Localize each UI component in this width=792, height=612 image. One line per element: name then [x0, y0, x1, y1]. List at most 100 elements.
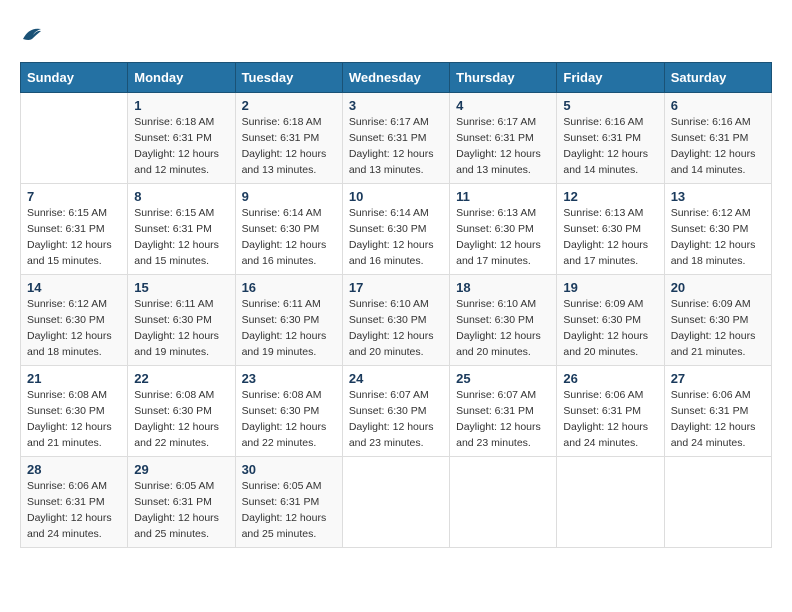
day-info: Sunrise: 6:11 AM Sunset: 6:30 PM Dayligh…: [134, 297, 228, 360]
day-info: Sunrise: 6:08 AM Sunset: 6:30 PM Dayligh…: [242, 388, 336, 451]
logo-bird-icon: [21, 25, 43, 43]
sunset-label: Sunset: 6:30 PM: [563, 314, 641, 326]
sunrise-label: Sunrise: 6:06 AM: [563, 389, 643, 401]
day-info: Sunrise: 6:12 AM Sunset: 6:30 PM Dayligh…: [671, 206, 765, 269]
day-number: 3: [349, 98, 443, 113]
calendar-cell: 18 Sunrise: 6:10 AM Sunset: 6:30 PM Dayl…: [450, 275, 557, 366]
day-info: Sunrise: 6:15 AM Sunset: 6:31 PM Dayligh…: [134, 206, 228, 269]
calendar-cell: 9 Sunrise: 6:14 AM Sunset: 6:30 PM Dayli…: [235, 184, 342, 275]
logo: [20, 20, 44, 46]
header-wednesday: Wednesday: [342, 63, 449, 93]
sunset-label: Sunset: 6:31 PM: [134, 496, 212, 508]
day-info: Sunrise: 6:14 AM Sunset: 6:30 PM Dayligh…: [242, 206, 336, 269]
daylight-label: Daylight: 12 hours and 16 minutes.: [242, 239, 327, 267]
calendar-cell: 5 Sunrise: 6:16 AM Sunset: 6:31 PM Dayli…: [557, 93, 664, 184]
calendar-cell: 23 Sunrise: 6:08 AM Sunset: 6:30 PM Dayl…: [235, 366, 342, 457]
header-sunday: Sunday: [21, 63, 128, 93]
calendar-cell: 27 Sunrise: 6:06 AM Sunset: 6:31 PM Dayl…: [664, 366, 771, 457]
day-info: Sunrise: 6:05 AM Sunset: 6:31 PM Dayligh…: [242, 479, 336, 542]
daylight-label: Daylight: 12 hours and 19 minutes.: [134, 330, 219, 358]
sunset-label: Sunset: 6:30 PM: [242, 405, 320, 417]
calendar-cell: 14 Sunrise: 6:12 AM Sunset: 6:30 PM Dayl…: [21, 275, 128, 366]
calendar-cell: 19 Sunrise: 6:09 AM Sunset: 6:30 PM Dayl…: [557, 275, 664, 366]
header-saturday: Saturday: [664, 63, 771, 93]
sunrise-label: Sunrise: 6:08 AM: [242, 389, 322, 401]
sunset-label: Sunset: 6:31 PM: [671, 132, 749, 144]
day-number: 5: [563, 98, 657, 113]
sunset-label: Sunset: 6:30 PM: [134, 314, 212, 326]
day-info: Sunrise: 6:06 AM Sunset: 6:31 PM Dayligh…: [563, 388, 657, 451]
day-info: Sunrise: 6:06 AM Sunset: 6:31 PM Dayligh…: [27, 479, 121, 542]
daylight-label: Daylight: 12 hours and 14 minutes.: [563, 148, 648, 176]
day-number: 30: [242, 462, 336, 477]
calendar-cell: 15 Sunrise: 6:11 AM Sunset: 6:30 PM Dayl…: [128, 275, 235, 366]
calendar-cell: 20 Sunrise: 6:09 AM Sunset: 6:30 PM Dayl…: [664, 275, 771, 366]
sunrise-label: Sunrise: 6:05 AM: [242, 480, 322, 492]
day-number: 19: [563, 280, 657, 295]
sunset-label: Sunset: 6:30 PM: [242, 223, 320, 235]
sunset-label: Sunset: 6:30 PM: [242, 314, 320, 326]
daylight-label: Daylight: 12 hours and 15 minutes.: [27, 239, 112, 267]
day-number: 25: [456, 371, 550, 386]
day-number: 22: [134, 371, 228, 386]
daylight-label: Daylight: 12 hours and 18 minutes.: [671, 239, 756, 267]
day-number: 24: [349, 371, 443, 386]
day-number: 1: [134, 98, 228, 113]
daylight-label: Daylight: 12 hours and 21 minutes.: [671, 330, 756, 358]
sunrise-label: Sunrise: 6:13 AM: [456, 207, 536, 219]
day-number: 13: [671, 189, 765, 204]
day-number: 15: [134, 280, 228, 295]
day-number: 4: [456, 98, 550, 113]
calendar-cell: 6 Sunrise: 6:16 AM Sunset: 6:31 PM Dayli…: [664, 93, 771, 184]
sunrise-label: Sunrise: 6:18 AM: [134, 116, 214, 128]
sunrise-label: Sunrise: 6:06 AM: [671, 389, 751, 401]
sunset-label: Sunset: 6:31 PM: [242, 496, 320, 508]
sunrise-label: Sunrise: 6:14 AM: [349, 207, 429, 219]
week-row-2: 7 Sunrise: 6:15 AM Sunset: 6:31 PM Dayli…: [21, 184, 772, 275]
day-number: 12: [563, 189, 657, 204]
sunset-label: Sunset: 6:31 PM: [349, 132, 427, 144]
sunrise-label: Sunrise: 6:11 AM: [242, 298, 321, 310]
day-info: Sunrise: 6:16 AM Sunset: 6:31 PM Dayligh…: [671, 115, 765, 178]
sunrise-label: Sunrise: 6:18 AM: [242, 116, 322, 128]
day-info: Sunrise: 6:07 AM Sunset: 6:31 PM Dayligh…: [456, 388, 550, 451]
day-info: Sunrise: 6:08 AM Sunset: 6:30 PM Dayligh…: [134, 388, 228, 451]
sunset-label: Sunset: 6:30 PM: [563, 223, 641, 235]
day-info: Sunrise: 6:07 AM Sunset: 6:30 PM Dayligh…: [349, 388, 443, 451]
day-info: Sunrise: 6:09 AM Sunset: 6:30 PM Dayligh…: [563, 297, 657, 360]
sunset-label: Sunset: 6:31 PM: [456, 405, 534, 417]
daylight-label: Daylight: 12 hours and 19 minutes.: [242, 330, 327, 358]
sunrise-label: Sunrise: 6:12 AM: [671, 207, 751, 219]
calendar-cell: 10 Sunrise: 6:14 AM Sunset: 6:30 PM Dayl…: [342, 184, 449, 275]
daylight-label: Daylight: 12 hours and 20 minutes.: [349, 330, 434, 358]
calendar-cell: [342, 457, 449, 548]
daylight-label: Daylight: 12 hours and 20 minutes.: [563, 330, 648, 358]
daylight-label: Daylight: 12 hours and 23 minutes.: [349, 421, 434, 449]
week-row-4: 21 Sunrise: 6:08 AM Sunset: 6:30 PM Dayl…: [21, 366, 772, 457]
header-thursday: Thursday: [450, 63, 557, 93]
sunrise-label: Sunrise: 6:09 AM: [671, 298, 751, 310]
daylight-label: Daylight: 12 hours and 13 minutes.: [349, 148, 434, 176]
calendar-cell: 7 Sunrise: 6:15 AM Sunset: 6:31 PM Dayli…: [21, 184, 128, 275]
sunset-label: Sunset: 6:31 PM: [456, 132, 534, 144]
sunset-label: Sunset: 6:30 PM: [456, 223, 534, 235]
calendar-cell: 2 Sunrise: 6:18 AM Sunset: 6:31 PM Dayli…: [235, 93, 342, 184]
calendar-cell: 29 Sunrise: 6:05 AM Sunset: 6:31 PM Dayl…: [128, 457, 235, 548]
sunrise-label: Sunrise: 6:12 AM: [27, 298, 107, 310]
sunrise-label: Sunrise: 6:16 AM: [671, 116, 751, 128]
header-monday: Monday: [128, 63, 235, 93]
day-number: 11: [456, 189, 550, 204]
calendar-cell: [557, 457, 664, 548]
day-info: Sunrise: 6:13 AM Sunset: 6:30 PM Dayligh…: [563, 206, 657, 269]
week-row-1: 1 Sunrise: 6:18 AM Sunset: 6:31 PM Dayli…: [21, 93, 772, 184]
calendar-cell: 21 Sunrise: 6:08 AM Sunset: 6:30 PM Dayl…: [21, 366, 128, 457]
calendar-cell: 4 Sunrise: 6:17 AM Sunset: 6:31 PM Dayli…: [450, 93, 557, 184]
day-number: 10: [349, 189, 443, 204]
day-info: Sunrise: 6:10 AM Sunset: 6:30 PM Dayligh…: [456, 297, 550, 360]
sunset-label: Sunset: 6:30 PM: [134, 405, 212, 417]
sunrise-label: Sunrise: 6:05 AM: [134, 480, 214, 492]
daylight-label: Daylight: 12 hours and 17 minutes.: [563, 239, 648, 267]
calendar-table: SundayMondayTuesdayWednesdayThursdayFrid…: [20, 62, 772, 548]
daylight-label: Daylight: 12 hours and 15 minutes.: [134, 239, 219, 267]
calendar-cell: 17 Sunrise: 6:10 AM Sunset: 6:30 PM Dayl…: [342, 275, 449, 366]
